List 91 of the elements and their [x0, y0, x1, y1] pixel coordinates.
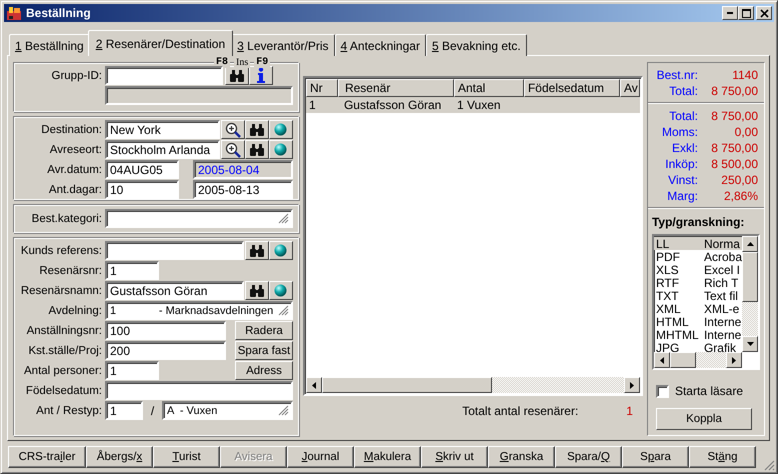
summary-value: 1140: [731, 68, 758, 82]
list-item[interactable]: TXT Text fil: [654, 289, 742, 302]
input-field[interactable]: 1: [105, 401, 143, 420]
input-field[interactable]: 1: [105, 361, 159, 380]
summary-label: Inköp:: [664, 157, 698, 171]
toolbar-button[interactable]: Skriv ut: [421, 446, 488, 468]
column-header[interactable]: Av: [620, 79, 640, 97]
total-label: Totalt antal resenärer:: [462, 404, 578, 418]
tab[interactable]: 4 Anteckningar: [334, 34, 426, 56]
field-label: Destination:: [40, 124, 103, 136]
table-cell-text: Gustafsson Göran: [342, 97, 442, 113]
column-header[interactable]: Resenär: [338, 79, 454, 97]
action-button[interactable]: Spara fast: [234, 341, 293, 360]
combo-field[interactable]: A - Vuxen: [162, 401, 293, 420]
action-button[interactable]: Adress: [234, 361, 293, 380]
field-label: Antal personer:: [23, 364, 103, 376]
input-field[interactable]: New York: [105, 120, 220, 139]
checkbox-label: Starta läsare: [674, 384, 744, 398]
input-field[interactable]: 200: [105, 341, 226, 360]
tab[interactable]: 2 Resenärer/Destination: [88, 30, 234, 56]
input-field[interactable]: Gustafsson Göran: [105, 281, 244, 300]
field-label: Grupp-ID:: [50, 70, 103, 82]
field-label: Ant.dagar:: [48, 184, 103, 196]
toolbar-button[interactable]: Spara/Q: [555, 446, 622, 468]
summary-value: 0,00: [734, 125, 758, 139]
combo-field[interactable]: 1 - Marknadsavdelningen: [105, 301, 293, 320]
field-label: Best.kategori:: [30, 212, 103, 224]
tab[interactable]: 1 Beställning: [9, 34, 90, 56]
summary-value: 8 750,00: [710, 109, 758, 123]
separator-label: /: [150, 404, 156, 418]
action-button[interactable]: Radera: [234, 321, 293, 340]
field-label: Ant / Restyp:: [35, 404, 103, 416]
list-item[interactable]: PDF Acroba: [654, 250, 742, 263]
tab[interactable]: 5 Bevakning etc.: [426, 34, 527, 56]
shortcut-label: F8: [214, 57, 230, 68]
list-item[interactable]: XML XML-e: [654, 302, 742, 315]
total-value: 1: [626, 404, 633, 418]
list-item[interactable]: MHTML Interne: [654, 328, 742, 341]
field-label: Anställningsnr:: [26, 324, 103, 336]
connect-button[interactable]: Koppla: [656, 408, 752, 430]
input-field[interactable]: 04AUG05: [105, 160, 179, 179]
toolbar-button[interactable]: Granska: [488, 446, 555, 468]
table-row[interactable]: 1 Gustafsson Göran 1 Vuxen: [306, 97, 640, 113]
field-label: Kunds referens:: [20, 244, 103, 256]
list-item[interactable]: RTF Rich T: [654, 276, 742, 289]
toolbar-button[interactable]: Makulera: [354, 446, 421, 468]
summary-value: 8 750,00: [710, 141, 758, 155]
summary-label: Total:: [668, 84, 698, 98]
summary-value: 8 500,00: [710, 157, 758, 171]
field-label: Avr.datum:: [46, 164, 103, 176]
field-label: Resenärsnr:: [38, 264, 103, 276]
field-label: Avreseort:: [48, 144, 103, 156]
summary-label: Moms:: [660, 125, 698, 139]
summary-value: 2,86%: [722, 189, 758, 203]
field-label: Födelsedatum:: [24, 384, 103, 396]
field-label: Avdelning:: [48, 304, 103, 316]
summary-label: Vinst:: [667, 173, 698, 187]
summary-value: 8 750,00: [710, 84, 758, 98]
input-field[interactable]: 10: [105, 180, 179, 199]
column-header[interactable]: Födelsedatum: [524, 79, 620, 97]
toolbar-button[interactable]: Spara: [622, 446, 689, 468]
input-field[interactable]: 1: [105, 261, 159, 280]
input-field[interactable]: Stockholm Arlanda: [105, 140, 220, 159]
toolbar-button[interactable]: Journal: [287, 446, 354, 468]
field-label: Kst.ställe/Proj:: [28, 344, 103, 356]
window-title: Beställning: [26, 6, 91, 20]
list-item[interactable]: HTML Interne: [654, 315, 742, 328]
field-label: Resenärsnamn:: [20, 284, 103, 296]
shortcut-label: F9: [254, 57, 270, 68]
list-item[interactable]: LL Norma: [654, 237, 742, 250]
toolbar-button[interactable]: Turist: [153, 446, 220, 468]
tab[interactable]: 3 Leverantör/Pris: [231, 34, 335, 56]
table-cell-text: 1 Vuxen: [456, 97, 502, 113]
input-field[interactable]: 2005-08-04: [193, 160, 293, 179]
shortcut-label: Ins: [234, 57, 250, 68]
summary-label: Total:: [668, 109, 698, 123]
summary-label: Marg:: [666, 189, 698, 203]
summary-label: Exkl:: [670, 141, 698, 155]
column-header[interactable]: Nr: [306, 79, 338, 97]
column-header[interactable]: Antal: [454, 79, 524, 97]
toolbar-button[interactable]: CRS-trailer: [8, 446, 86, 468]
table-cell-text: 1: [308, 97, 317, 113]
summary-label: Best.nr:: [656, 68, 698, 82]
section-title: Typ/granskning:: [652, 215, 746, 229]
toolbar-button[interactable]: Stäng: [689, 446, 756, 468]
toolbar-button[interactable]: Åbergs/x: [86, 446, 153, 468]
input-field[interactable]: 2005-08-13: [193, 180, 293, 199]
list-item[interactable]: XLS Excel I: [654, 263, 742, 276]
input-field[interactable]: 100: [105, 321, 226, 340]
summary-value: 250,00: [720, 173, 758, 187]
list-item[interactable]: JPG Grafik: [654, 341, 742, 352]
